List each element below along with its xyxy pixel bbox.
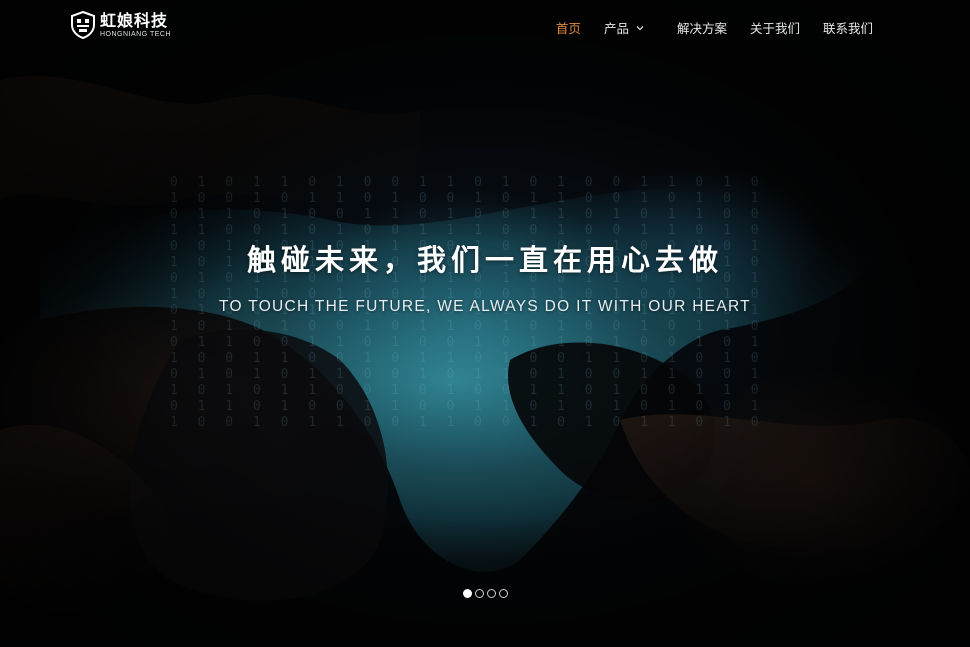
nav-item-label: 关于我们 xyxy=(749,21,800,36)
carousel-dot-3[interactable] xyxy=(486,589,496,598)
carousel-dot-4[interactable] xyxy=(498,589,508,598)
carousel-dot-2[interactable] xyxy=(474,589,484,598)
brand-logo[interactable]: 虹娘科技 HONGNIANG TECH xyxy=(70,10,180,40)
nav-item-label: 解决方案 xyxy=(676,21,727,36)
hero-subtitle: TO TOUCH THE FUTURE, WE ALWAYS DO IT WIT… xyxy=(219,298,751,315)
brand-name-en: HONGNIANG TECH xyxy=(100,30,172,38)
hero-background-art xyxy=(0,75,970,611)
brand-name-cn: 虹娘科技 xyxy=(100,10,169,30)
nav-item-home[interactable]: 首页 xyxy=(556,18,581,37)
carousel-indicators xyxy=(0,589,970,598)
chevron-down-icon xyxy=(636,25,644,30)
shield-logo-icon xyxy=(71,11,95,39)
nav-item-about[interactable]: 关于我们 xyxy=(750,18,800,37)
page: 0 1 0 1 1 0 1 0 0 1 1 0 1 0 1 0 0 1 1 0 … xyxy=(0,0,970,647)
nav-item-label: 产品 xyxy=(603,21,629,36)
nav-item-solutions[interactable]: 解决方案 xyxy=(677,18,727,37)
nav-item-contact[interactable]: 联系我们 xyxy=(823,18,873,37)
brand-text: 虹娘科技 HONGNIANG TECH xyxy=(100,10,172,38)
hero-title: 触碰未来，我们一直在用心去做 xyxy=(246,243,723,277)
site-header: 虹娘科技 HONGNIANG TECH 首页 产品 解决方案 关于我们 联系我们 xyxy=(0,0,970,56)
nav-item-products[interactable]: 产品 xyxy=(604,18,645,37)
nav-item-label: 联系我们 xyxy=(822,21,873,36)
main-nav: 首页 产品 解决方案 关于我们 联系我们 xyxy=(533,18,873,37)
carousel-dot-1[interactable] xyxy=(462,589,472,598)
nav-item-label: 首页 xyxy=(555,21,581,36)
